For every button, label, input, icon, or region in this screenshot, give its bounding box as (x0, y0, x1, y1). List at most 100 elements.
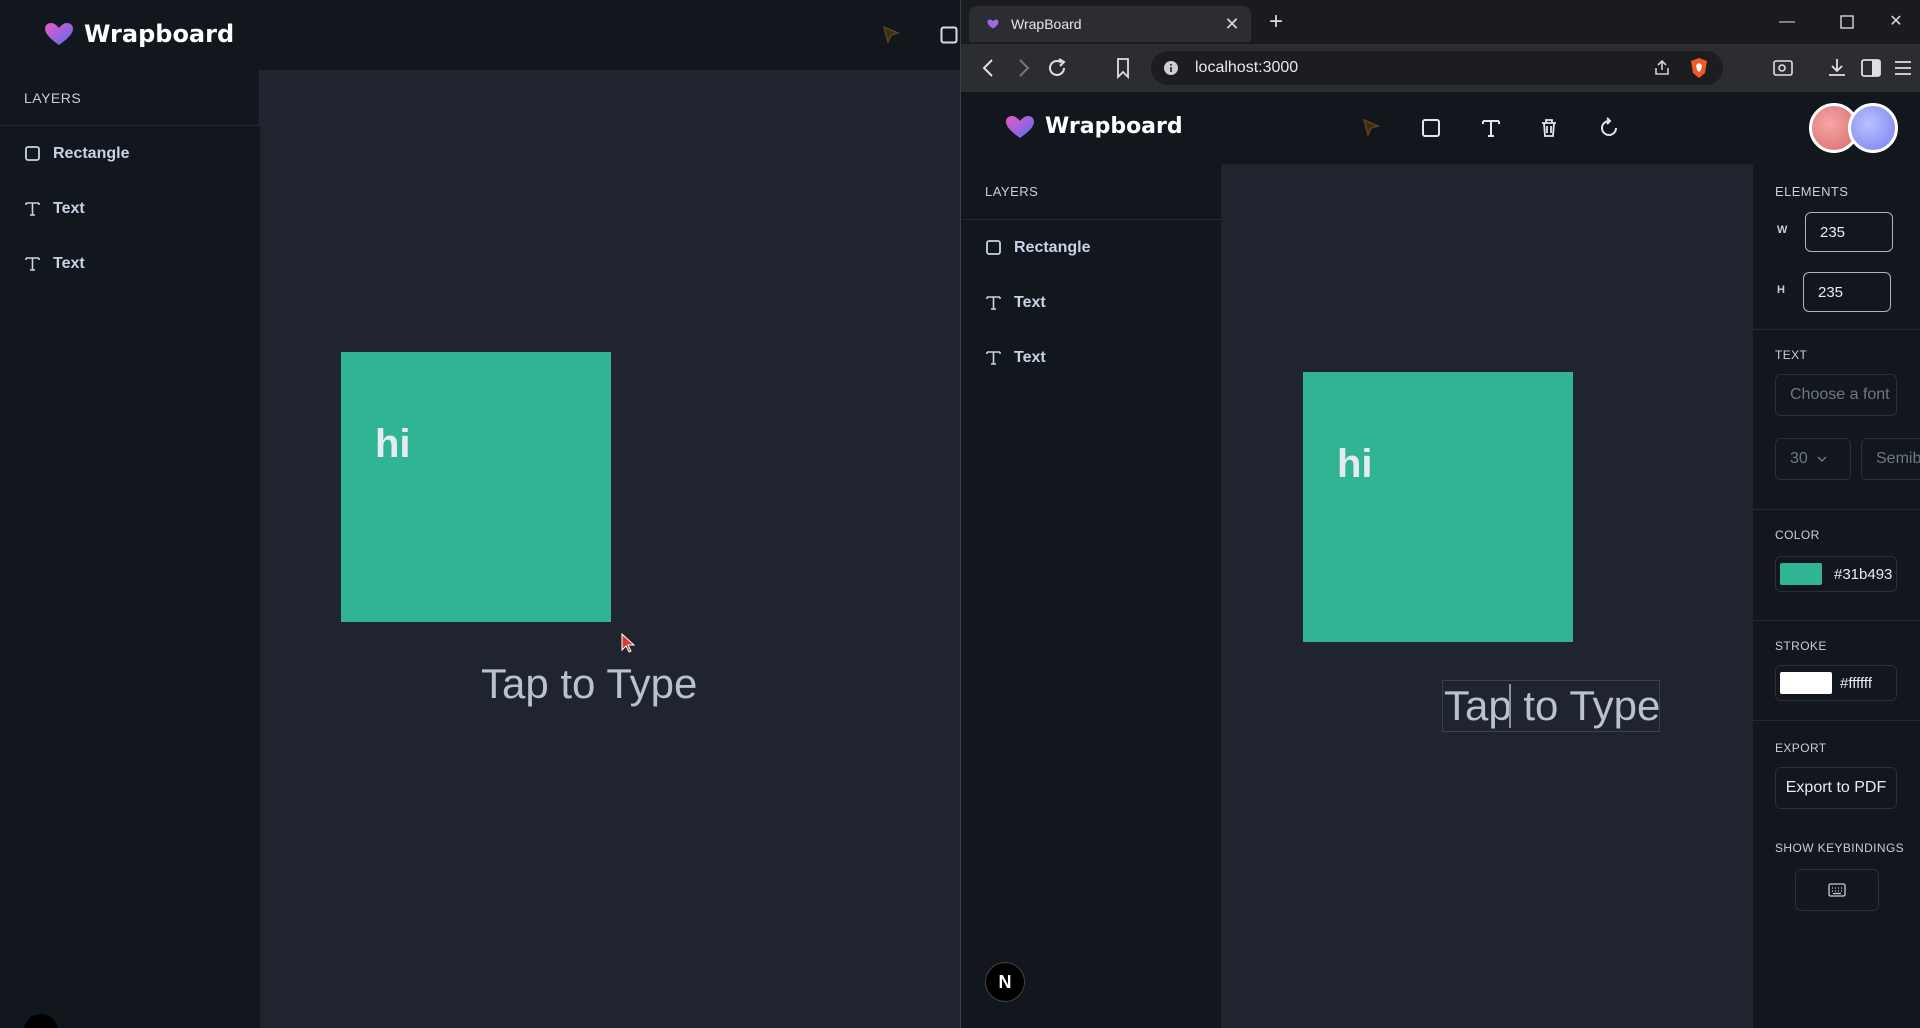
close-window-icon[interactable]: ✕ (1886, 12, 1906, 32)
share-icon[interactable] (1653, 59, 1671, 77)
layer-label: Text (53, 199, 85, 217)
font-weight-select[interactable]: Semibold (1861, 438, 1920, 480)
browser-window: WrapBoard ✕ + — ✕ localhost:3000 Wrapboa… (960, 0, 1920, 1028)
square-icon (986, 240, 1001, 255)
export-pdf-button[interactable]: Export to PDF (1775, 767, 1897, 809)
text-icon (986, 351, 1001, 365)
background-app-window: Wrapboard LAYERS Rectangle Text Text hi … (0, 0, 960, 1028)
elements-section: ELEMENTS W 235 H 235 (1753, 164, 1920, 330)
chevron-down-icon (1817, 456, 1827, 463)
favicon-icon (987, 19, 999, 29)
maximize-icon[interactable] (1839, 14, 1855, 30)
tab-title: WrapBoard (1011, 16, 1082, 32)
cursor-tool-icon[interactable] (880, 24, 902, 46)
export-section: EXPORT Export to PDF SHOW KEYBINDINGS (1753, 721, 1920, 911)
elements-title: ELEMENTS (1775, 184, 1849, 199)
canvas-rectangle[interactable] (341, 352, 611, 622)
app-name: Wrapboard (1045, 114, 1183, 139)
text-title: TEXT (1775, 348, 1808, 362)
layers-sidebar: LAYERS Rectangle Text Text (961, 164, 1221, 1028)
tab-strip: WrapBoard ✕ + — ✕ (961, 0, 1920, 44)
reset-tool-icon[interactable] (1597, 116, 1621, 140)
browser-toolbar: localhost:3000 (961, 44, 1920, 92)
layers-title: LAYERS (961, 164, 1221, 220)
url-text: localhost:3000 (1195, 59, 1299, 76)
layer-item-rectangle[interactable]: Rectangle (961, 220, 1221, 275)
top-navbar: Wrapboard (0, 0, 960, 70)
width-input[interactable]: 235 (1805, 212, 1893, 252)
font-size-select[interactable]: 30 (1775, 438, 1851, 480)
screenshot-icon[interactable] (1771, 56, 1795, 80)
browser-tab[interactable]: WrapBoard ✕ (969, 6, 1251, 42)
download-icon[interactable] (1825, 56, 1849, 80)
layer-item-text[interactable]: Text (0, 236, 260, 291)
mouse-cursor-icon (621, 632, 636, 653)
layer-label: Rectangle (1014, 238, 1091, 256)
layer-label: Rectangle (53, 144, 130, 162)
canvas-text-hi[interactable]: hi (1337, 442, 1373, 487)
width-label: W (1777, 224, 1788, 236)
heart-logo-icon (45, 23, 73, 45)
square-icon (25, 146, 40, 161)
stroke-color-value: #ffffff (1840, 674, 1872, 692)
text-caret (1509, 684, 1511, 728)
layer-item-text[interactable]: Text (961, 275, 1221, 330)
layer-label: Text (1014, 293, 1046, 311)
layer-label: Text (1014, 348, 1046, 366)
font-weight-value: Semibold (1876, 450, 1920, 467)
web-app: Wrapboard LAYERS Rectangle Text Text N h… (961, 92, 1920, 1028)
rectangle-tool-icon[interactable] (1419, 116, 1443, 140)
trash-tool-icon[interactable] (1537, 116, 1561, 140)
new-tab-icon[interactable]: + (1263, 10, 1289, 36)
color-section: COLOR #31b493 (1753, 510, 1920, 621)
show-keybindings-button[interactable] (1795, 869, 1879, 911)
forward-icon[interactable] (1011, 56, 1035, 80)
heart-logo-icon (1006, 115, 1034, 138)
layers-sidebar: LAYERS Rectangle Text Text (0, 70, 260, 1028)
fill-color-value: #31b493 (1834, 565, 1893, 583)
canvas-text-placeholder[interactable]: Tap to Type (481, 660, 697, 708)
text-icon (25, 257, 40, 271)
height-input[interactable]: 235 (1803, 272, 1891, 312)
font-family-select[interactable]: Choose a font (1775, 374, 1897, 416)
app-logo[interactable]: Wrapboard (44, 20, 234, 48)
close-tab-icon[interactable]: ✕ (1223, 15, 1241, 33)
color-title: COLOR (1775, 528, 1820, 542)
font-size-value: 30 (1790, 450, 1808, 467)
stroke-title: STROKE (1775, 639, 1827, 653)
select-tool-icon[interactable] (1359, 116, 1383, 140)
layer-item-text[interactable]: Text (0, 181, 260, 236)
stroke-color-swatch[interactable] (1780, 672, 1832, 694)
menu-icon[interactable] (1891, 56, 1915, 80)
export-title: EXPORT (1775, 741, 1827, 755)
layer-item-text[interactable]: Text (961, 330, 1221, 385)
fill-color-swatch[interactable] (1780, 563, 1822, 585)
layers-title: LAYERS (0, 70, 260, 126)
text-section: TEXT Choose a font 30 Semibold (1753, 330, 1920, 510)
address-bar[interactable]: localhost:3000 (1151, 51, 1723, 85)
keyboard-icon (1828, 883, 1846, 897)
layer-item-rectangle[interactable]: Rectangle (0, 126, 260, 181)
user-avatar[interactable] (1848, 103, 1898, 153)
bookmark-icon[interactable] (1111, 56, 1135, 80)
canvas-rectangle[interactable] (1303, 372, 1573, 642)
reload-icon[interactable] (1045, 56, 1069, 80)
stroke-section: STROKE #ffffff (1753, 621, 1920, 721)
back-icon[interactable] (977, 56, 1001, 80)
text-icon (986, 296, 1001, 310)
keybindings-title: SHOW KEYBINDINGS (1775, 841, 1905, 855)
canvas-text-placeholder[interactable]: Tap to Type (1444, 682, 1660, 730)
brave-shield-icon[interactable] (1689, 57, 1709, 79)
site-info-icon[interactable] (1163, 60, 1179, 76)
fill-color-picker[interactable]: #31b493 (1775, 556, 1897, 592)
font-family-value: Choose a font (1790, 386, 1890, 403)
nextjs-badge[interactable]: N (985, 962, 1025, 1002)
sidebar-toggle-icon[interactable] (1859, 56, 1883, 80)
stroke-color-picker[interactable]: #ffffff (1775, 665, 1897, 701)
canvas-text-hi[interactable]: hi (375, 422, 411, 467)
text-tool-icon[interactable] (1479, 116, 1503, 140)
rectangle-tool-icon[interactable] (940, 26, 958, 44)
app-logo[interactable]: Wrapboard (1005, 114, 1183, 139)
app-name: Wrapboard (84, 20, 235, 48)
properties-panel: ELEMENTS W 235 H 235 TEXT Choose a font … (1753, 164, 1920, 1028)
